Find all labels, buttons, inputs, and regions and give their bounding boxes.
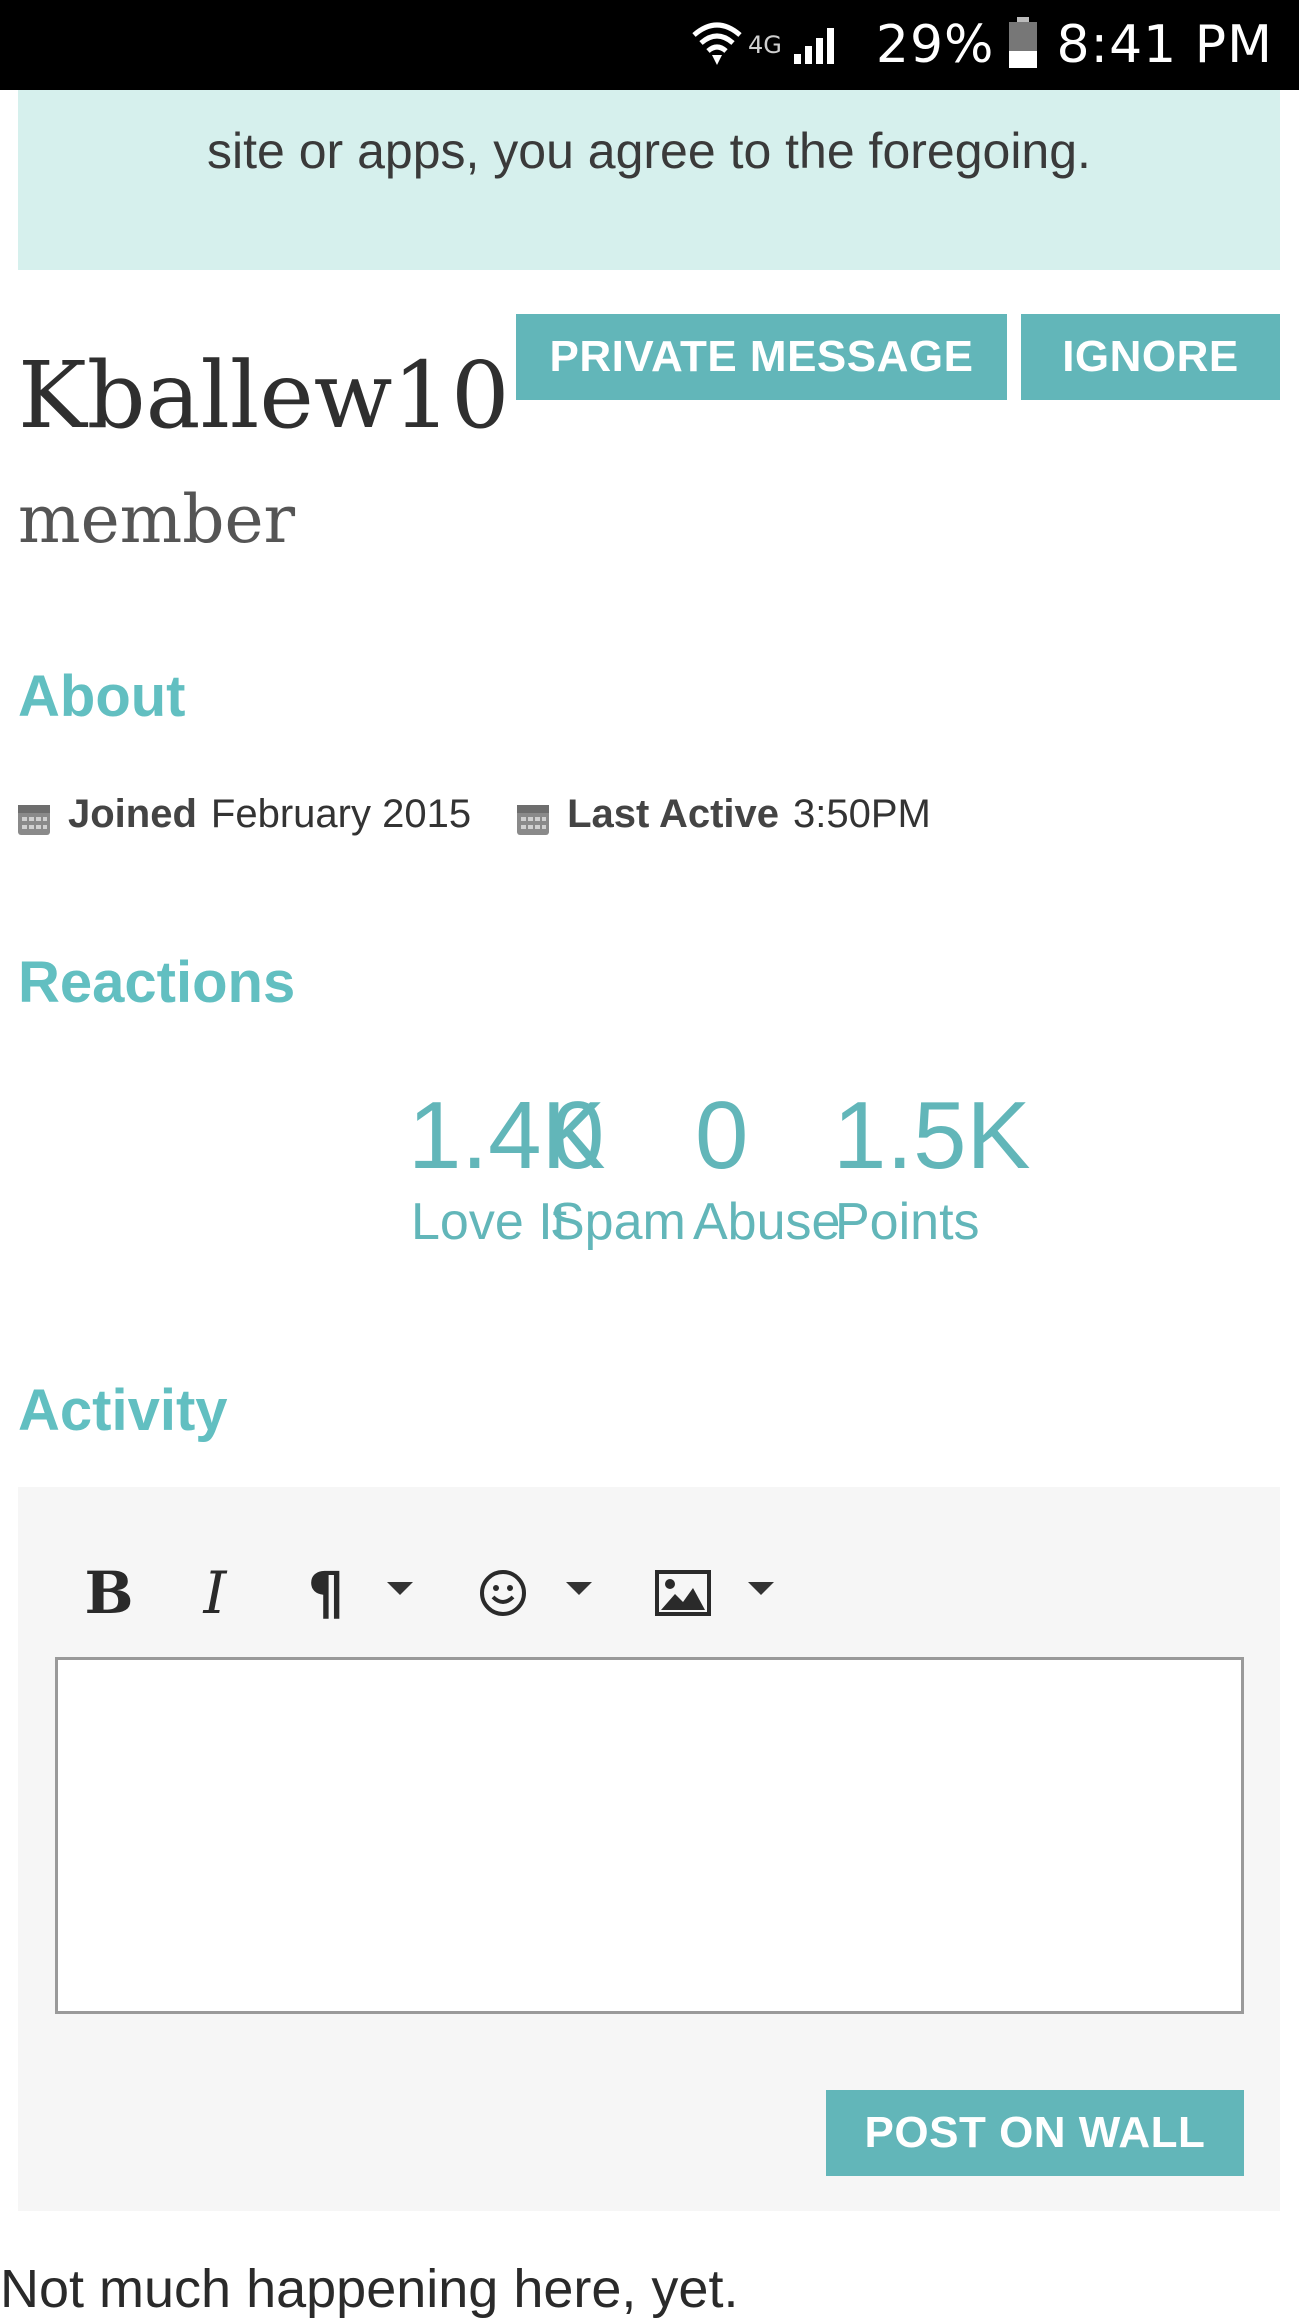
reaction-stat-label: Points xyxy=(835,1193,980,1251)
joined-label: Joined xyxy=(68,792,197,836)
joined-value: February 2015 xyxy=(210,792,472,836)
wall-post-textarea[interactable] xyxy=(55,1657,1244,2014)
smiley-icon[interactable] xyxy=(478,1558,528,1628)
activity-empty-message: Not much happening here, yet. xyxy=(0,2259,739,2319)
reactions-heading: Reactions xyxy=(18,950,296,1015)
reaction-stat-value: 0 xyxy=(695,1082,749,1189)
post-on-wall-button[interactable]: POST ON WALL xyxy=(826,2090,1244,2176)
activity-heading: Activity xyxy=(18,1378,228,1443)
battery-icon xyxy=(1008,17,1038,73)
signal-icon xyxy=(792,20,842,70)
reaction-stat-label: Love It xyxy=(411,1193,568,1251)
reaction-stat-label: Abuse xyxy=(693,1193,841,1251)
battery-percent: 29% xyxy=(875,15,995,75)
image-dropdown-caret-icon[interactable] xyxy=(748,1582,774,1595)
emoji-dropdown-caret-icon[interactable] xyxy=(566,1582,592,1595)
network-type-label: 4G xyxy=(748,31,782,59)
paragraph-format-button[interactable]: ¶ xyxy=(298,1558,354,1628)
image-icon[interactable] xyxy=(654,1558,712,1628)
calendar-icon xyxy=(517,800,550,835)
calendar-icon xyxy=(18,800,50,835)
profile-username: Kballew10 xyxy=(18,342,510,449)
italic-button[interactable]: I xyxy=(190,1558,240,1628)
about-heading: About xyxy=(18,664,186,729)
profile-role: member xyxy=(18,481,296,558)
private-message-button[interactable]: PRIVATE MESSAGE xyxy=(516,314,1007,400)
terms-notice-text: site or apps, you agree to the foregoing… xyxy=(207,123,1091,179)
last-active-value: 3:50PM xyxy=(793,792,931,836)
terms-notice-banner: site or apps, you agree to the foregoing… xyxy=(18,90,1280,270)
reaction-stat-value: 0 xyxy=(551,1082,605,1189)
paragraph-dropdown-caret-icon[interactable] xyxy=(387,1582,413,1595)
bold-button[interactable]: B xyxy=(80,1558,138,1628)
wifi-icon xyxy=(690,19,744,71)
about-meta-row: Joined February 2015 Last Active 3:50PM xyxy=(18,792,931,837)
status-bar: 4G 29% 8:41 PM xyxy=(0,0,1299,90)
reaction-stat-label: Spam xyxy=(550,1193,686,1251)
reaction-stat-value: 1.5K xyxy=(833,1082,1031,1189)
ignore-button[interactable]: IGNORE xyxy=(1021,314,1280,400)
clock: 8:41 PM xyxy=(1056,15,1273,75)
last-active-label: Last Active xyxy=(567,792,779,836)
